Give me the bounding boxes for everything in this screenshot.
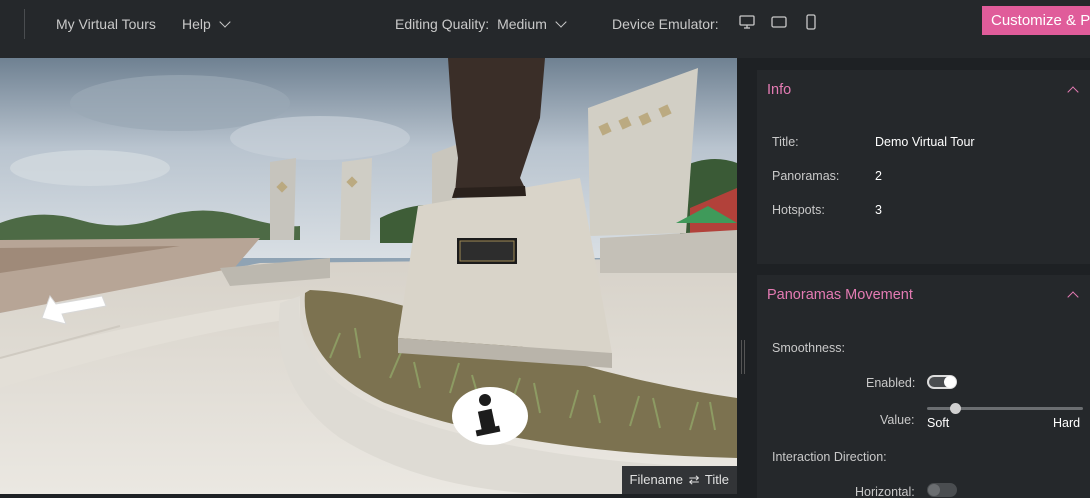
- desktop-icon[interactable]: [739, 14, 755, 30]
- customize-button[interactable]: Customize & P: [982, 6, 1090, 35]
- editing-quality-select[interactable]: Editing Quality: Medium: [395, 16, 567, 32]
- top-bar: My Virtual Tours Help Editing Quality: M…: [0, 0, 1090, 58]
- slider-soft-label: Soft: [927, 416, 950, 430]
- horizontal-label: Horizontal:: [855, 485, 915, 498]
- info-hotspots-value: 3: [875, 203, 882, 217]
- info-title-label: Title:: [772, 135, 799, 149]
- title-label: Title: [704, 472, 729, 487]
- interaction-direction-label: Interaction Direction:: [772, 450, 887, 464]
- help-menu[interactable]: Help: [182, 16, 231, 32]
- editing-quality-value: Medium: [497, 16, 547, 32]
- info-panoramas-label: Panoramas:: [772, 169, 840, 183]
- my-virtual-tours-label: My Virtual Tours: [56, 16, 156, 32]
- smoothness-label: Smoothness:: [772, 341, 845, 355]
- slider-hard-label: Hard: [1053, 416, 1081, 430]
- tablet-icon[interactable]: [771, 14, 787, 30]
- info-hotspot-icon[interactable]: [451, 383, 529, 449]
- chevron-down-icon: [219, 16, 231, 28]
- swap-icon: ⇄: [688, 472, 700, 487]
- slider-thumb[interactable]: [950, 403, 962, 414]
- chevron-down-icon: [555, 16, 567, 28]
- navigation-arrow-icon[interactable]: [36, 288, 110, 330]
- horizontal-toggle[interactable]: [927, 483, 957, 497]
- drag-handle-icon[interactable]: [741, 340, 745, 374]
- info-panel: Info Title: Demo Virtual Tour Panoramas:…: [757, 70, 1090, 264]
- my-virtual-tours-link[interactable]: My Virtual Tours: [56, 16, 156, 32]
- filename-label: Filename: [629, 472, 683, 487]
- value-label: Value:: [880, 413, 915, 427]
- toggle-knob: [944, 376, 956, 388]
- collapse-icon[interactable]: [1067, 291, 1079, 303]
- smoothness-value-slider[interactable]: [927, 403, 1083, 414]
- editing-quality-label: Editing Quality:: [395, 16, 490, 32]
- collapse-icon[interactable]: [1067, 86, 1079, 98]
- device-emulator-label: Device Emulator:: [612, 16, 719, 32]
- info-panoramas-value: 2: [875, 169, 882, 183]
- help-label: Help: [182, 16, 211, 32]
- filename-title-toggle[interactable]: Filename ⇄ Title: [621, 466, 737, 494]
- info-hotspots-label: Hotspots:: [772, 203, 825, 217]
- smoothness-enabled-toggle[interactable]: [927, 375, 957, 389]
- movement-heading: Panoramas Movement: [767, 287, 913, 303]
- divider: [24, 9, 25, 39]
- info-title-value: Demo Virtual Tour: [875, 135, 975, 149]
- toggle-knob: [928, 484, 940, 496]
- panorama-viewer[interactable]: Filename ⇄ Title: [0, 58, 737, 494]
- enabled-label: Enabled:: [866, 376, 916, 390]
- panel-splitter[interactable]: [737, 58, 755, 498]
- info-heading: Info: [767, 82, 792, 98]
- panoramas-movement-panel: Panoramas Movement Smoothness: Enabled: …: [757, 275, 1090, 498]
- panorama-image: [0, 58, 737, 494]
- mobile-icon[interactable]: [805, 14, 817, 30]
